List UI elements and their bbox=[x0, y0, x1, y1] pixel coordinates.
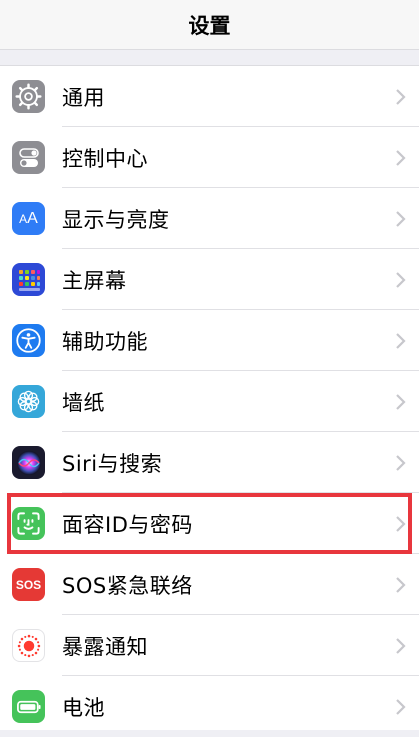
chevron-right-icon bbox=[396, 332, 406, 349]
settings-row-label: 控制中心 bbox=[62, 146, 148, 171]
accessibility-icon bbox=[12, 324, 45, 357]
settings-row-label: 暴露通知 bbox=[62, 634, 148, 659]
chevron-right-icon bbox=[396, 637, 406, 654]
battery-icon bbox=[12, 690, 45, 723]
wallpaper-flower-icon bbox=[12, 385, 45, 418]
settings-row-display-brightness[interactable]: AA 显示与亮度 bbox=[0, 188, 419, 249]
settings-row-label: SOS紧急联络 bbox=[62, 573, 193, 598]
settings-row-label: 辅助功能 bbox=[62, 329, 148, 354]
page-title: 设置 bbox=[188, 13, 231, 38]
settings-row-label: 墙纸 bbox=[62, 390, 105, 415]
settings-row-emergency-sos[interactable]: SOS SOS紧急联络 bbox=[0, 554, 419, 615]
settings-row-label: 显示与亮度 bbox=[62, 207, 170, 232]
home-screen-grid-icon bbox=[12, 263, 45, 296]
settings-row-exposure-notifications[interactable]: 暴露通知 bbox=[0, 615, 419, 676]
settings-row-wallpaper[interactable]: 墙纸 bbox=[0, 371, 419, 432]
chevron-right-icon bbox=[396, 88, 406, 105]
settings-row-battery[interactable]: 电池 bbox=[0, 676, 419, 737]
text-size-icon: AA bbox=[12, 202, 45, 235]
section-gap bbox=[0, 50, 419, 65]
settings-row-general[interactable]: 通用 bbox=[0, 66, 419, 127]
toggles-icon bbox=[12, 141, 45, 174]
face-id-icon bbox=[12, 507, 45, 540]
settings-row-label: 通用 bbox=[62, 85, 105, 110]
settings-row-label: 电池 bbox=[62, 695, 105, 720]
settings-row-label: 主屏幕 bbox=[62, 268, 127, 293]
settings-list: 通用 控制中心 AA 显示与亮度 主屏幕 辅助功能 墙纸 Siri与搜索 面容I… bbox=[0, 65, 419, 730]
settings-row-siri-search[interactable]: Siri与搜索 bbox=[0, 432, 419, 493]
settings-row-control-center[interactable]: 控制中心 bbox=[0, 127, 419, 188]
chevron-right-icon bbox=[396, 576, 406, 593]
chevron-right-icon bbox=[396, 210, 406, 227]
chevron-right-icon bbox=[396, 698, 406, 715]
sos-icon-text: SOS bbox=[15, 577, 42, 592]
chevron-right-icon bbox=[396, 515, 406, 532]
chevron-right-icon bbox=[396, 149, 406, 166]
sos-icon: SOS bbox=[12, 568, 45, 601]
chevron-right-icon bbox=[396, 271, 406, 288]
settings-row-label: Siri与搜索 bbox=[62, 451, 163, 476]
settings-row-face-id-passcode[interactable]: 面容ID与密码 bbox=[0, 493, 419, 554]
settings-row-label: 面容ID与密码 bbox=[62, 512, 193, 537]
settings-row-home-screen[interactable]: 主屏幕 bbox=[0, 249, 419, 310]
chevron-right-icon bbox=[396, 393, 406, 410]
siri-icon bbox=[12, 446, 45, 479]
settings-row-accessibility[interactable]: 辅助功能 bbox=[0, 310, 419, 371]
navigation-bar: 设置 bbox=[0, 0, 419, 50]
exposure-notification-icon bbox=[12, 629, 45, 662]
chevron-right-icon bbox=[396, 454, 406, 471]
gear-icon bbox=[12, 80, 45, 113]
